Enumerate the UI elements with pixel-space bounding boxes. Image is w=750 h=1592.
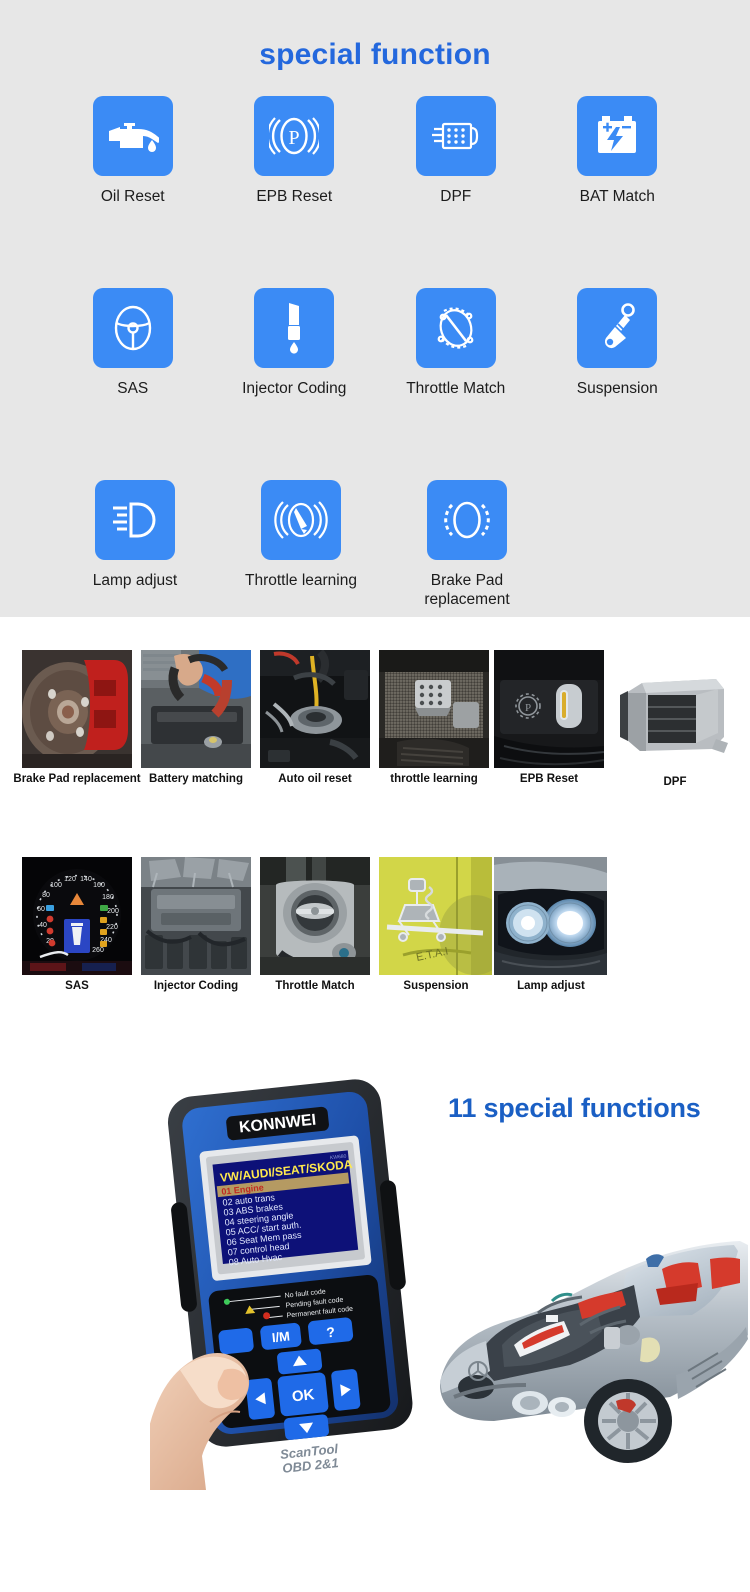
dpf-photo <box>620 665 730 771</box>
gallery-caption: EPB Reset <box>484 772 614 786</box>
function-item-suspension[interactable]: Suspension <box>537 288 699 399</box>
photo-row-2: 204060 80100120 140160180 200220240 260 <box>0 847 750 1027</box>
pedal-photo <box>379 650 489 768</box>
gallery-caption: throttle learning <box>369 772 499 786</box>
function-item-injector-coding[interactable]: Injector Coding <box>214 288 376 399</box>
icon-row-3: Lamp adjust Thrott <box>0 480 750 610</box>
injector-photo <box>141 857 251 975</box>
oil-fill-photo <box>260 650 370 768</box>
function-item-sas[interactable]: SAS <box>52 288 214 399</box>
function-label: Suspension <box>577 380 658 399</box>
function-label: Throttle learning <box>245 572 357 591</box>
steering-wheel-icon <box>93 288 173 368</box>
function-item-brake-pad-replacement[interactable]: Brake Pad replacement <box>384 480 550 610</box>
gallery-item-dpf: DPF <box>620 665 730 771</box>
svg-text:P: P <box>525 702 531 714</box>
gallery-item-suspension: E.T.A.I Suspension <box>379 857 492 975</box>
function-label: Throttle Match <box>406 380 505 399</box>
svg-text:100: 100 <box>50 882 62 889</box>
function-label: DPF <box>440 188 471 207</box>
svg-text:60: 60 <box>37 906 45 913</box>
gallery-item-auto-oil-reset: Auto oil reset <box>260 650 370 768</box>
function-label: BAT Match <box>580 188 655 207</box>
gallery-item-throttle-learning: throttle learning <box>379 650 489 768</box>
brake-disc-photo <box>22 650 132 768</box>
svg-text:120: 120 <box>64 876 76 883</box>
suspension-photo: E.T.A.I <box>379 857 492 975</box>
special-function-panel: special function Oil Reset <box>0 0 750 617</box>
battery-photo <box>141 650 251 768</box>
function-label: Lamp adjust <box>93 572 177 591</box>
gallery-item-battery-matching: Battery matching <box>141 650 251 768</box>
function-label: Injector Coding <box>242 380 346 399</box>
gallery-item-lamp-adjust: Lamp adjust <box>494 857 607 975</box>
svg-text:260: 260 <box>92 947 104 954</box>
function-item-dpf[interactable]: DPF <box>375 96 537 207</box>
oil-can-icon <box>93 96 173 176</box>
svg-text:180: 180 <box>102 894 114 901</box>
gallery-caption: Brake Pad replacement <box>12 772 142 786</box>
gallery-caption: DPF <box>610 775 740 789</box>
gallery-item-sas: 204060 80100120 140160180 200220240 260 <box>22 857 132 975</box>
obd-scanner-device: KONNWEI KW680 VW/AUDI/SEAT/SKODA 01 Engi… <box>150 1070 450 1490</box>
svg-text:OK: OK <box>291 1386 315 1405</box>
injector-icon <box>254 288 334 368</box>
function-label: SAS <box>117 380 148 399</box>
function-item-throttle-match[interactable]: Throttle Match <box>375 288 537 399</box>
gallery-caption: Injector Coding <box>131 979 261 993</box>
gallery-item-injector-coding: Injector Coding <box>141 857 251 975</box>
gallery-caption: SAS <box>12 979 142 993</box>
function-item-epb-reset[interactable]: P EPB Reset <box>214 96 376 207</box>
svg-text:220: 220 <box>106 924 118 931</box>
function-item-lamp-adjust[interactable]: Lamp adjust <box>52 480 218 610</box>
function-item-oil-reset[interactable]: Oil Reset <box>52 96 214 207</box>
function-item-bat-match[interactable]: BAT Match <box>537 96 699 207</box>
parking-brake-icon: P <box>254 96 334 176</box>
gallery-item-epb-reset: P EPB Reset <box>494 650 604 768</box>
product-infographic: special function Oil Reset <box>0 0 750 1592</box>
gallery-item-brake-pad: Brake Pad replacement <box>22 650 132 768</box>
svg-text:200: 200 <box>107 908 119 915</box>
function-label: EPB Reset <box>256 188 332 207</box>
throttle-learning-icon <box>261 480 341 560</box>
photo-gallery: Brake Pad replacement <box>0 617 750 1027</box>
particulate-filter-icon <box>416 96 496 176</box>
svg-text:I/M: I/M <box>271 1328 291 1345</box>
throttle-body-icon <box>416 288 496 368</box>
battery-icon <box>577 96 657 176</box>
gallery-caption: Suspension <box>371 979 501 993</box>
shock-absorber-icon <box>577 288 657 368</box>
function-item-throttle-learning[interactable]: Throttle learning <box>218 480 384 610</box>
epb-switch-photo: P <box>494 650 604 768</box>
gallery-caption: Auto oil reset <box>250 772 380 786</box>
svg-text:40: 40 <box>39 922 47 929</box>
gallery-item-throttle-match: Throttle Match <box>260 857 370 975</box>
photo-row-1: Brake Pad replacement <box>0 617 750 847</box>
svg-text:160: 160 <box>93 882 105 889</box>
icon-row-1: Oil Reset P EPB Reset <box>0 96 750 207</box>
cluster-photo: 204060 80100120 140160180 200220240 260 <box>22 857 132 975</box>
throttle-body-photo <box>260 857 370 975</box>
svg-text:?: ? <box>326 1324 336 1341</box>
svg-text:80: 80 <box>42 892 50 899</box>
gallery-caption: Battery matching <box>131 772 261 786</box>
function-label: Brake Pad replacement <box>387 572 547 610</box>
brake-disc-icon <box>427 480 507 560</box>
power-button[interactable] <box>218 1327 254 1354</box>
page-title: special function <box>0 38 750 72</box>
cutaway-car-illustration <box>430 1185 750 1485</box>
headlight-photo <box>494 857 607 975</box>
icon-row-2: SAS Injector Coding <box>0 288 750 399</box>
function-icon-grid: Oil Reset P EPB Reset <box>0 96 750 610</box>
svg-text:140: 140 <box>80 876 92 883</box>
gallery-caption: Throttle Match <box>250 979 380 993</box>
headlamp-icon <box>95 480 175 560</box>
svg-text:P: P <box>289 127 300 149</box>
hero-headline: 11 special functions <box>448 1093 701 1124</box>
gallery-caption: Lamp adjust <box>486 979 616 993</box>
function-label: Oil Reset <box>101 188 165 207</box>
